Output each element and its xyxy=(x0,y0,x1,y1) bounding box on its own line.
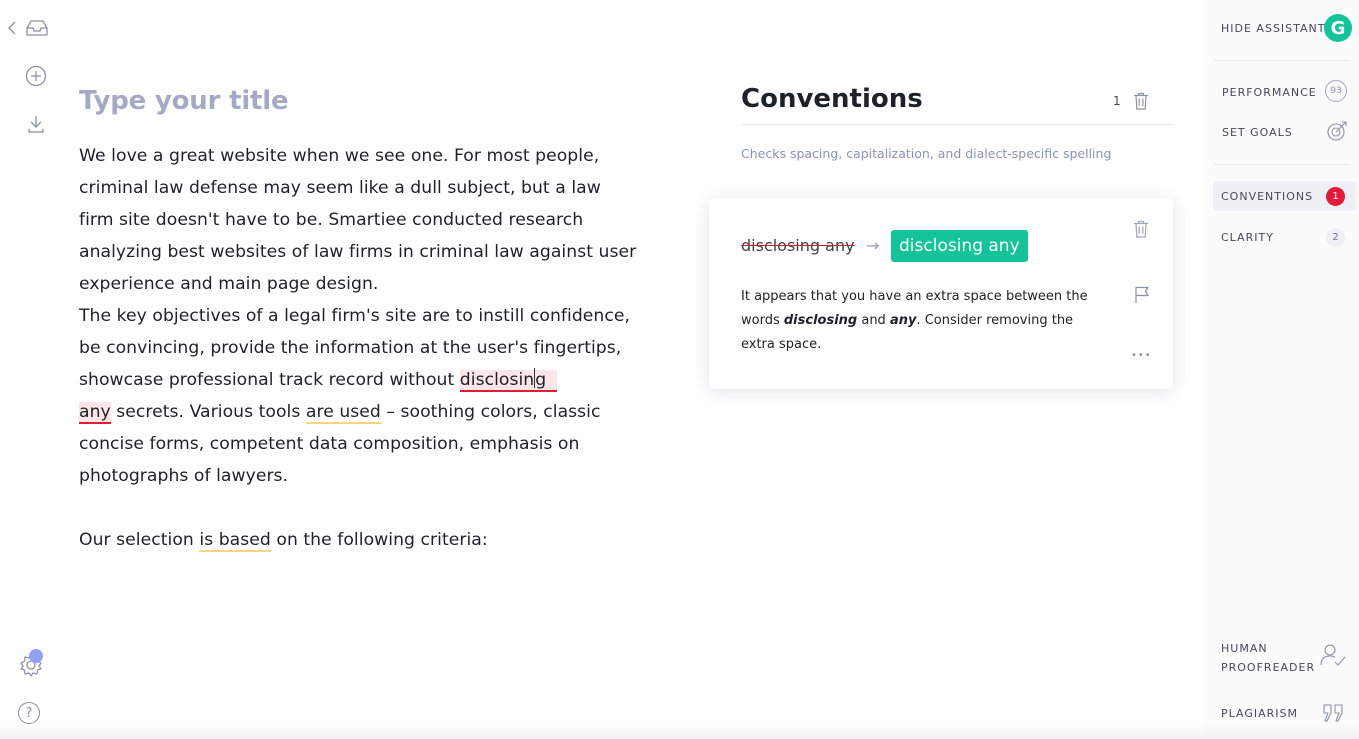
hide-assistant-button[interactable]: HIDE ASSISTANT xyxy=(1221,22,1326,35)
settings-icon[interactable] xyxy=(16,649,46,679)
flagged-word-part: disclosin xyxy=(459,370,535,390)
arrow-right-icon: → xyxy=(866,236,880,255)
panel-title: Conventions xyxy=(741,84,923,114)
paragraph-2: The key objectives of a legal firm's sit… xyxy=(79,300,639,492)
sidebar-item-clarity[interactable]: CLARITY xyxy=(1221,231,1274,244)
clarity-count-badge: 2 xyxy=(1326,228,1345,247)
target-icon[interactable] xyxy=(1325,119,1349,143)
document-title[interactable]: Type your title xyxy=(79,86,289,116)
add-document-icon[interactable] xyxy=(24,64,48,88)
suggestion-card[interactable]: disclosing any → disclosing any It appea… xyxy=(709,198,1173,389)
clarity-flag-is-based[interactable]: is based xyxy=(199,530,271,552)
paragraph-3-text-a: Our selection xyxy=(79,530,200,550)
panel-divider xyxy=(741,124,1173,125)
dismiss-trash-icon[interactable] xyxy=(1130,218,1152,240)
download-icon[interactable] xyxy=(25,113,47,135)
clarity-flag-are-used[interactable]: are used xyxy=(305,402,381,424)
sidebar-item-set-goals[interactable]: SET GOALS xyxy=(1222,126,1293,139)
sidebar-item-conventions-label: CONVENTIONS xyxy=(1221,190,1314,203)
help-icon[interactable]: ? xyxy=(17,701,41,725)
dismiss-all-trash-icon[interactable] xyxy=(1130,90,1152,112)
paragraph-3-text-b: on the following criteria: xyxy=(270,530,488,550)
document-editor[interactable]: We love a great website when we see one.… xyxy=(79,140,639,556)
replacement-button[interactable]: disclosing any xyxy=(891,230,1028,262)
human-proofreader-label-1: HUMAN xyxy=(1221,642,1268,655)
sidebar-divider xyxy=(1213,164,1350,165)
grammarly-logo-icon[interactable]: G xyxy=(1324,14,1352,42)
panel-count: 1 xyxy=(1113,94,1121,108)
flagged-word-disclosing[interactable]: disclosing xyxy=(459,368,558,392)
sidebar-item-performance[interactable]: PERFORMANCE xyxy=(1222,86,1317,99)
sidebar-item-plagiarism[interactable]: PLAGIARISM xyxy=(1221,707,1298,720)
paragraph-3: Our selection is based on the following … xyxy=(79,524,639,556)
explain-text: and xyxy=(857,313,890,328)
bottom-shadow xyxy=(0,724,1359,739)
more-options-icon[interactable]: ••• xyxy=(1131,350,1152,361)
settings-notification-dot xyxy=(29,649,43,663)
flag-icon[interactable] xyxy=(1131,284,1153,306)
flagged-word-any[interactable]: any xyxy=(79,402,111,424)
conventions-count-badge: 1 xyxy=(1326,187,1345,206)
suggestion-explanation: It appears that you have an extra space … xyxy=(741,285,1101,357)
inbox-icon[interactable] xyxy=(24,17,50,39)
performance-score-badge[interactable]: 93 xyxy=(1325,80,1347,102)
back-chevron-icon[interactable] xyxy=(5,18,19,38)
paragraph-1: We love a great website when we see one.… xyxy=(79,146,637,294)
person-check-icon[interactable] xyxy=(1320,642,1346,668)
assistant-sidebar xyxy=(1204,0,1359,739)
panel-subtitle: Checks spacing, capitalization, and dial… xyxy=(741,146,1112,161)
sidebar-divider xyxy=(1213,60,1350,61)
human-proofreader-label-2: PROOFREADER xyxy=(1221,661,1316,674)
explain-word: disclosing xyxy=(783,313,858,328)
paragraph-2-text-b: secrets. Various tools xyxy=(110,402,306,422)
quote-icon[interactable] xyxy=(1321,702,1345,724)
explain-word: any xyxy=(889,313,917,328)
original-text: disclosing any xyxy=(741,236,855,255)
help-glyph: ? xyxy=(18,702,40,724)
sidebar-item-human-proofreader[interactable]: HUMAN PROOFREADER xyxy=(1221,639,1315,677)
flagged-word-part: g xyxy=(535,370,547,390)
